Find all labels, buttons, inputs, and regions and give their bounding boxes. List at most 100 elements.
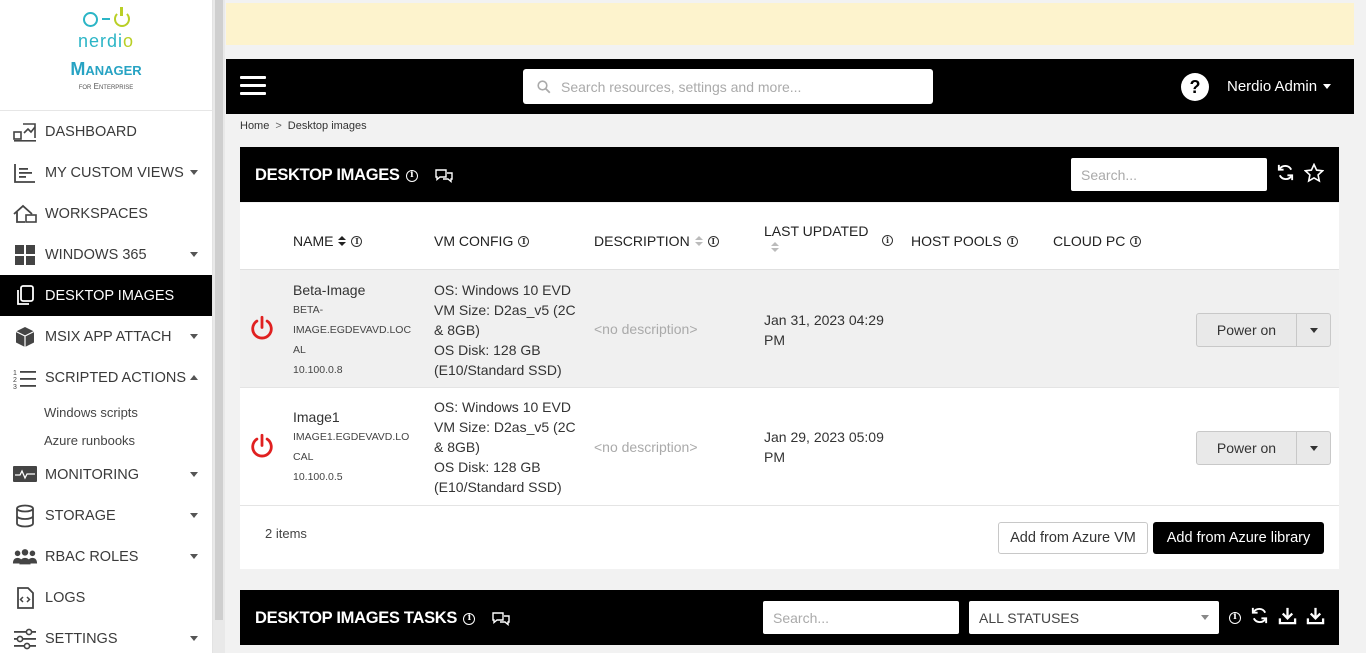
image-name[interactable]: Image1 bbox=[293, 407, 423, 427]
svg-text:3: 3 bbox=[13, 384, 17, 389]
info-icon[interactable]: i bbox=[1229, 612, 1241, 624]
power-icon[interactable] bbox=[249, 433, 275, 459]
refresh-icon[interactable] bbox=[1250, 606, 1269, 625]
scrollbar-thumb[interactable] bbox=[215, 0, 223, 620]
database-icon bbox=[12, 504, 38, 528]
panel-title: DESKTOP IMAGES i bbox=[255, 166, 454, 185]
chevron-up-icon bbox=[190, 375, 198, 380]
power-on-dropdown[interactable] bbox=[1297, 432, 1330, 464]
chevron-down-icon bbox=[190, 513, 198, 518]
tasks-search[interactable] bbox=[763, 601, 959, 634]
breadcrumb-separator: > bbox=[275, 120, 282, 132]
chat-icon[interactable] bbox=[434, 168, 454, 184]
chevron-down-icon bbox=[1309, 445, 1318, 451]
tasks-search-input[interactable] bbox=[773, 609, 943, 626]
sidebar-nav-lower: MONITORING STORAGE RBAC ROLES LOGS SETTI… bbox=[0, 454, 212, 653]
sidebar-item-desktop-images[interactable]: DESKTOP IMAGES bbox=[0, 275, 212, 316]
sidebar-item-storage[interactable]: STORAGE bbox=[0, 495, 212, 536]
column-host-pools: HOST POOLS i bbox=[911, 233, 1018, 249]
sidebar-item-label: MSIX APP ATTACH bbox=[45, 328, 172, 345]
last-updated-cell: Jan 29, 2023 05:09 PM bbox=[764, 429, 884, 465]
users-icon bbox=[12, 545, 38, 569]
sidebar-item-msix-app-attach[interactable]: MSIX APP ATTACH bbox=[0, 316, 212, 357]
nerdio-logo[interactable]: nerdio Manager for Enterprise bbox=[0, 0, 212, 111]
power-on-dropdown[interactable] bbox=[1297, 314, 1330, 346]
sort-icon[interactable] bbox=[694, 236, 703, 246]
add-from-azure-vm-button[interactable]: Add from Azure VM bbox=[998, 522, 1148, 554]
monitoring-icon bbox=[12, 463, 38, 487]
sidebar-item-label: WINDOWS 365 bbox=[45, 246, 147, 263]
description-cell: <no description> bbox=[594, 321, 698, 337]
last-updated-cell: Jan 31, 2023 04:29 PM bbox=[764, 312, 884, 348]
sidebar-item-rbac-roles[interactable]: RBAC ROLES bbox=[0, 536, 212, 577]
status-filter-select[interactable]: ALL STATUSES bbox=[969, 601, 1219, 634]
power-on-split-button: Power on bbox=[1196, 431, 1331, 465]
sidebar-item-my-custom-views[interactable]: MY CUSTOM VIEWS bbox=[0, 152, 212, 193]
sidebar-item-scripted-actions[interactable]: 123 SCRIPTED ACTIONS bbox=[0, 357, 212, 398]
table-footer: 2 items Add from Azure VM Add from Azure… bbox=[240, 506, 1339, 569]
panel-title: DESKTOP IMAGES TASKS i bbox=[255, 609, 511, 628]
image-name[interactable]: Beta-Image bbox=[293, 280, 423, 300]
table-row[interactable]: Beta-Image BETA- IMAGE.EGDEVAVD.LOC AL 1… bbox=[240, 270, 1339, 388]
info-icon[interactable]: i bbox=[707, 235, 719, 247]
image-name-cell: Beta-Image BETA- IMAGE.EGDEVAVD.LOC AL 1… bbox=[293, 280, 423, 380]
sidebar: nerdio Manager for Enterprise DASHBOARD … bbox=[0, 0, 213, 653]
sidebar-item-label: STORAGE bbox=[45, 507, 116, 524]
user-menu[interactable]: Nerdio Admin bbox=[1227, 78, 1332, 95]
breadcrumb-home[interactable]: Home bbox=[240, 120, 269, 132]
table-row[interactable]: Image1 IMAGE1.EGDEVAVD.LO CAL 10.100.0.5… bbox=[240, 388, 1339, 506]
sidebar-item-monitoring[interactable]: MONITORING bbox=[0, 454, 212, 495]
chevron-down-icon bbox=[190, 170, 198, 175]
chat-icon[interactable] bbox=[491, 611, 511, 627]
add-from-azure-library-button[interactable]: Add from Azure library bbox=[1153, 522, 1324, 554]
sort-icon[interactable] bbox=[771, 242, 779, 252]
image-fqdn: IMAGE1.EGDEVAVD.LO CAL 10.100.0.5 bbox=[293, 431, 410, 483]
refresh-icon[interactable] bbox=[1276, 163, 1295, 182]
sidebar-nav: DASHBOARD MY CUSTOM VIEWS WORKSPACES WIN… bbox=[0, 111, 212, 398]
top-bar: ? Nerdio Admin bbox=[226, 59, 1354, 114]
info-icon[interactable]: i bbox=[518, 235, 530, 247]
info-icon[interactable]: i bbox=[405, 169, 418, 182]
notification-banner bbox=[226, 3, 1354, 45]
global-search-input[interactable] bbox=[561, 78, 921, 95]
sidebar-item-label: MY CUSTOM VIEWS bbox=[45, 164, 184, 181]
info-icon[interactable]: i bbox=[463, 612, 476, 625]
info-icon[interactable]: i bbox=[351, 235, 363, 247]
sidebar-item-label: DESKTOP IMAGES bbox=[45, 287, 175, 304]
global-search[interactable] bbox=[523, 69, 933, 104]
sort-icon[interactable] bbox=[338, 236, 347, 246]
power-on-button[interactable]: Power on bbox=[1197, 314, 1297, 346]
sidebar-scrollbar[interactable] bbox=[213, 0, 225, 653]
download-all-icon[interactable] bbox=[1306, 606, 1325, 625]
hamburger-menu-icon[interactable] bbox=[240, 76, 266, 96]
desktop-images-table: NAME i VM CONFIG i DESCRIPTION i LAST UP… bbox=[240, 203, 1339, 569]
desktop-images-tasks-header: DESKTOP IMAGES TASKS i ALL STATUSES i bbox=[240, 590, 1339, 645]
logs-icon bbox=[12, 586, 38, 610]
desktop-images-icon bbox=[12, 284, 38, 308]
sidebar-item-logs[interactable]: LOGS bbox=[0, 577, 212, 618]
info-icon[interactable]: i bbox=[1006, 235, 1018, 247]
sidebar-item-dashboard[interactable]: DASHBOARD bbox=[0, 111, 212, 152]
power-on-button[interactable]: Power on bbox=[1197, 432, 1297, 464]
sidebar-subitem-windows-scripts[interactable]: Windows scripts bbox=[0, 398, 212, 426]
download-icon[interactable] bbox=[1278, 606, 1297, 625]
sidebar-item-settings[interactable]: SETTINGS bbox=[0, 618, 212, 653]
column-last-updated[interactable]: LAST UPDATED bbox=[764, 223, 869, 252]
sidebar-item-workspaces[interactable]: WORKSPACES bbox=[0, 193, 212, 234]
image-fqdn: BETA- IMAGE.EGDEVAVD.LOC AL 10.100.0.8 bbox=[293, 304, 412, 376]
info-icon[interactable]: i bbox=[882, 235, 893, 246]
star-icon[interactable] bbox=[1304, 163, 1324, 183]
power-on-split-button: Power on bbox=[1196, 313, 1331, 347]
power-icon[interactable] bbox=[249, 315, 275, 341]
table-header: NAME i VM CONFIG i DESCRIPTION i LAST UP… bbox=[240, 203, 1339, 270]
column-name[interactable]: NAME i bbox=[293, 233, 363, 249]
sidebar-subitem-azure-runbooks[interactable]: Azure runbooks bbox=[0, 426, 212, 454]
info-icon[interactable]: i bbox=[1130, 235, 1142, 247]
sidebar-item-label: SCRIPTED ACTIONS bbox=[45, 369, 186, 386]
sidebar-item-windows-365[interactable]: WINDOWS 365 bbox=[0, 234, 212, 275]
images-search[interactable] bbox=[1071, 158, 1267, 191]
help-icon[interactable]: ? bbox=[1181, 73, 1209, 101]
images-search-input[interactable] bbox=[1081, 166, 1251, 183]
column-description[interactable]: DESCRIPTION i bbox=[594, 233, 719, 249]
chevron-down-icon bbox=[1309, 327, 1318, 333]
